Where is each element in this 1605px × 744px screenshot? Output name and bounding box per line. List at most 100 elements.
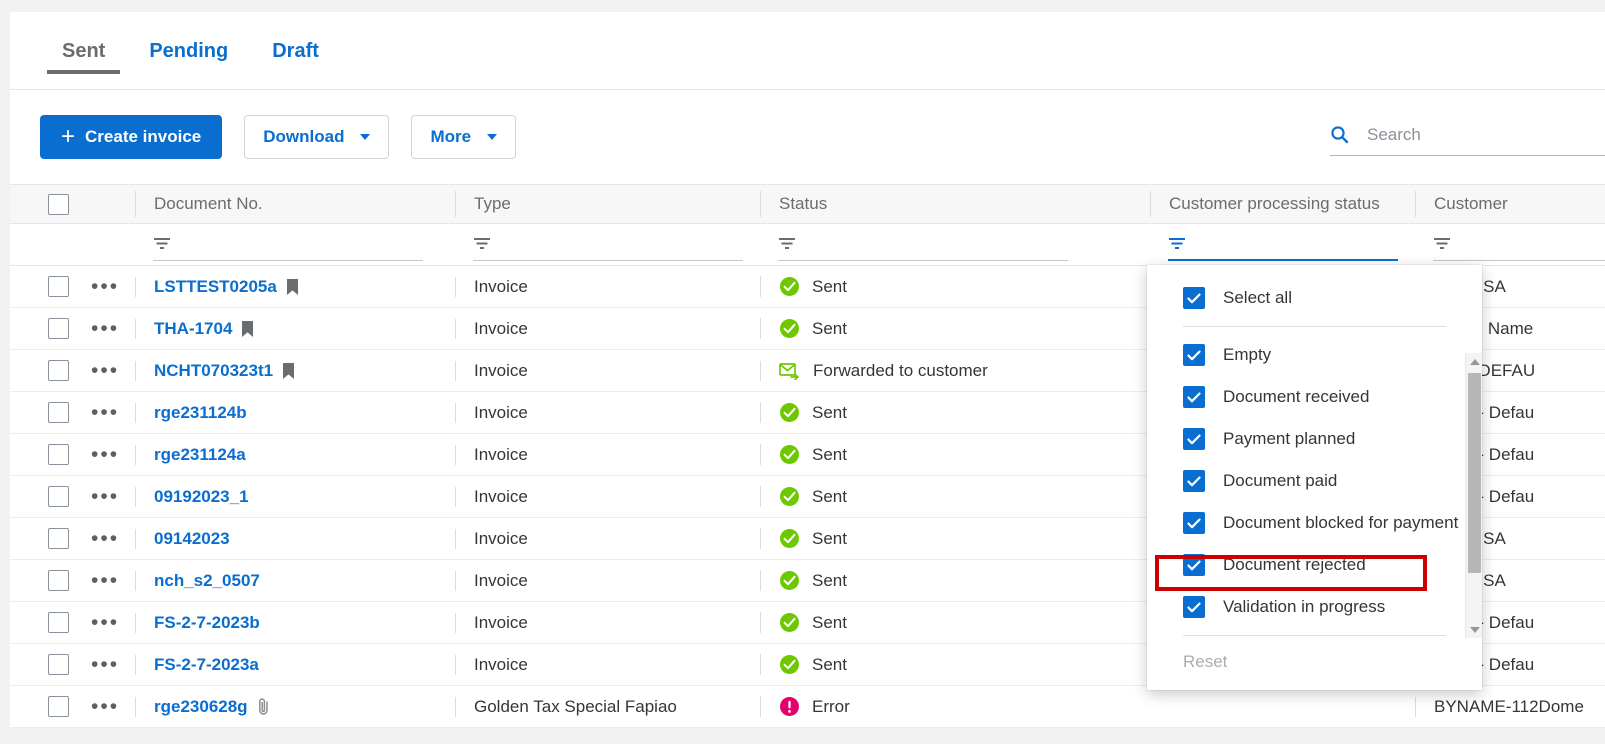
row-checkbox[interactable] xyxy=(48,486,69,507)
cell-document-no: nch_s2_0507 xyxy=(135,570,455,591)
document-no-link[interactable]: LSTTEST0205a xyxy=(154,277,277,297)
popover-option[interactable]: Payment planned xyxy=(1147,418,1482,460)
document-no-link[interactable]: FS-2-7-2023b xyxy=(154,613,260,633)
document-no-link[interactable]: rge231124a xyxy=(154,445,246,465)
status-value: Sent xyxy=(812,570,847,590)
row-checkbox[interactable] xyxy=(48,402,69,423)
document-no-link[interactable]: NCHT070323t1 xyxy=(154,361,273,381)
status-icon xyxy=(779,570,800,591)
row-checkbox[interactable] xyxy=(48,318,69,339)
cell-status: Sent xyxy=(760,486,1150,507)
popover-option[interactable]: Document paid xyxy=(1147,460,1482,502)
row-select-cell: ••• xyxy=(10,402,135,423)
row-actions-menu-icon[interactable]: ••• xyxy=(91,696,119,717)
scroll-up-arrow-icon[interactable] xyxy=(1466,353,1483,370)
status-icon xyxy=(779,612,800,633)
filter-icon xyxy=(779,238,795,249)
type-value: Invoice xyxy=(474,444,528,464)
tab-pending[interactable]: Pending xyxy=(127,12,250,63)
chevron-down-icon xyxy=(360,134,371,140)
column-header-customer-processing-status[interactable]: Customer processing status xyxy=(1151,191,1415,217)
popover-reset-link[interactable]: Reset xyxy=(1147,652,1482,672)
envelope-forward-icon xyxy=(779,363,799,380)
table-row[interactable]: ••• rge230628g Golden Tax Special Fapiao Er… xyxy=(10,686,1605,728)
column-header-type[interactable]: Type xyxy=(456,191,760,217)
row-checkbox[interactable] xyxy=(48,696,69,717)
row-checkbox[interactable] xyxy=(48,276,69,297)
popover-option[interactable]: Empty xyxy=(1147,334,1482,376)
search-box[interactable] xyxy=(1330,114,1605,156)
row-select-cell: ••• xyxy=(10,276,135,297)
download-button[interactable]: Download xyxy=(244,115,390,159)
cell-status: Sent xyxy=(760,276,1150,297)
create-invoice-label: Create invoice xyxy=(85,127,202,146)
row-checkbox[interactable] xyxy=(48,360,69,381)
row-actions-menu-icon[interactable]: ••• xyxy=(91,528,119,549)
row-actions-menu-icon[interactable]: ••• xyxy=(91,612,119,633)
filter-type[interactable] xyxy=(473,228,743,261)
column-header-document-no[interactable]: Document No. xyxy=(136,191,455,217)
status-value: Sent xyxy=(812,276,847,296)
tab-sent-label: Sent xyxy=(62,40,106,62)
document-no-link[interactable]: rge230628g xyxy=(154,697,248,717)
row-actions-menu-icon[interactable]: ••• xyxy=(91,570,119,591)
row-actions-menu-icon[interactable]: ••• xyxy=(91,318,119,339)
document-no-link[interactable]: 09142023 xyxy=(154,529,230,549)
filter-customer-processing-status[interactable] xyxy=(1168,228,1398,261)
tab-draft-label: Draft xyxy=(272,40,319,62)
more-label: More xyxy=(430,127,472,146)
popover-option[interactable]: Document rejected xyxy=(1147,544,1482,586)
customer-value: BYNAME-112Dome xyxy=(1434,696,1584,716)
status-icon xyxy=(779,444,800,465)
cell-type: Invoice xyxy=(455,570,760,591)
row-actions-menu-icon[interactable]: ••• xyxy=(91,402,119,423)
document-no-link[interactable]: THA-1704 xyxy=(154,319,232,339)
type-value: Invoice xyxy=(474,570,528,590)
row-checkbox[interactable] xyxy=(48,612,69,633)
plus-icon: + xyxy=(61,123,76,150)
popover-option[interactable]: Document blocked for payment xyxy=(1147,502,1482,544)
check-circle-icon xyxy=(780,277,799,296)
more-button[interactable]: More xyxy=(411,115,517,159)
row-actions-menu-icon[interactable]: ••• xyxy=(91,360,119,381)
document-no-link[interactable]: 09192023_1 xyxy=(154,487,249,507)
column-header-customer[interactable]: Customer xyxy=(1416,191,1605,217)
scroll-down-arrow-icon[interactable] xyxy=(1466,621,1483,638)
row-actions-menu-icon[interactable]: ••• xyxy=(91,276,119,297)
row-actions-menu-icon[interactable]: ••• xyxy=(91,486,119,507)
document-no-link[interactable]: FS-2-7-2023a xyxy=(154,655,259,675)
filter-document-no[interactable] xyxy=(153,228,423,261)
status-value: Forwarded to customer xyxy=(813,360,988,380)
popover-select-all[interactable]: Select all xyxy=(1147,277,1482,319)
row-checkbox[interactable] xyxy=(48,570,69,591)
select-all-checkbox[interactable] xyxy=(48,193,69,215)
popover-option-label: Document blocked for payment xyxy=(1223,513,1459,532)
status-icon xyxy=(779,361,801,380)
row-checkbox[interactable] xyxy=(48,654,69,675)
popover-scrollbar[interactable] xyxy=(1465,353,1482,638)
document-no-link[interactable]: nch_s2_0507 xyxy=(154,571,260,591)
row-select-cell: ••• xyxy=(10,612,135,633)
filter-status[interactable] xyxy=(778,228,1068,261)
type-value: Invoice xyxy=(474,276,528,296)
row-checkbox[interactable] xyxy=(48,528,69,549)
popover-option[interactable]: Document received xyxy=(1147,376,1482,418)
row-actions-menu-icon[interactable]: ••• xyxy=(91,654,119,675)
create-invoice-button[interactable]: + Create invoice xyxy=(40,115,223,159)
document-no-link[interactable]: rge231124b xyxy=(154,403,247,423)
filter-icon xyxy=(1434,238,1450,249)
popover-scrollbar-thumb[interactable] xyxy=(1468,373,1481,573)
row-checkbox[interactable] xyxy=(48,444,69,465)
check-circle-icon xyxy=(780,571,799,590)
column-header-status[interactable]: Status xyxy=(761,191,1150,217)
row-actions-menu-icon[interactable]: ••• xyxy=(91,444,119,465)
tab-draft[interactable]: Draft xyxy=(250,12,341,63)
popover-option[interactable]: Validation in progress xyxy=(1147,586,1482,628)
tab-sent[interactable]: Sent xyxy=(40,12,127,74)
cell-type: Invoice xyxy=(455,360,760,381)
search-input[interactable] xyxy=(1367,124,1605,145)
filter-icon-active xyxy=(1169,237,1185,249)
check-circle-icon xyxy=(780,487,799,506)
filter-customer[interactable] xyxy=(1433,228,1605,261)
status-value: Sent xyxy=(812,402,847,422)
